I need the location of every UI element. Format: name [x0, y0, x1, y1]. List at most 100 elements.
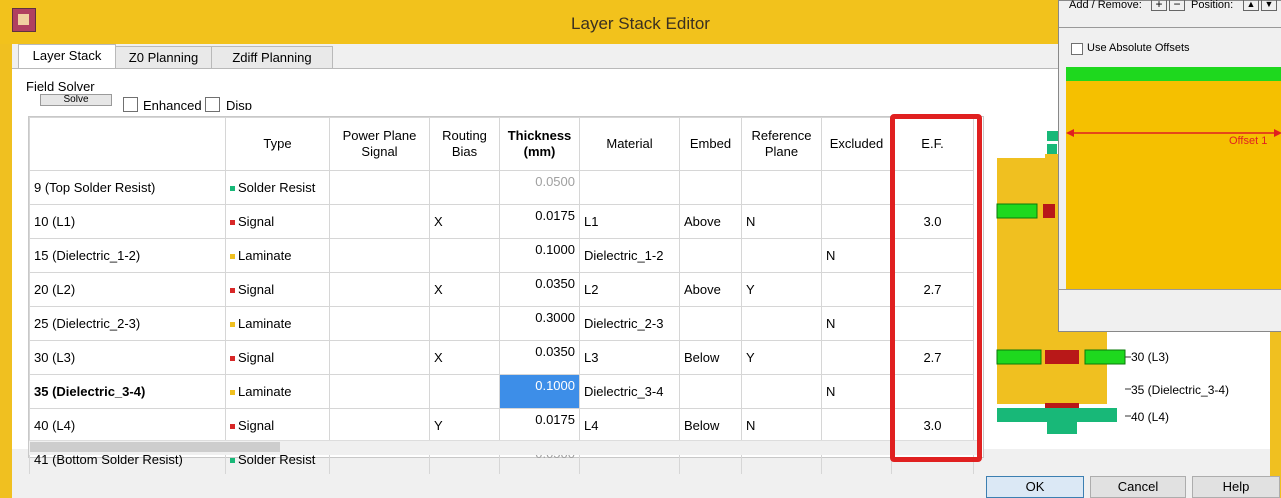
- layer-name-cell[interactable]: 30 (L3): [29, 340, 226, 375]
- layer-name-cell[interactable]: 20 (L2): [29, 272, 226, 307]
- type-cell[interactable]: Signal: [225, 408, 330, 443]
- disp-checkbox[interactable]: [205, 97, 220, 112]
- embed-cell[interactable]: [679, 306, 742, 341]
- column-header[interactable]: Routing Bias: [429, 117, 500, 171]
- tab-zdiff-planning[interactable]: Zdiff Planning: [211, 46, 333, 69]
- type-cell[interactable]: Laminate: [225, 238, 330, 273]
- tab-layer-stack[interactable]: Layer Stack: [18, 44, 116, 69]
- column-header[interactable]: Excluded: [821, 117, 892, 171]
- table-row[interactable]: 30 (L3) Signal X 0.0350 L3 Below Y 2.7: [29, 340, 974, 375]
- routing-bias-cell[interactable]: [429, 374, 500, 409]
- thickness-cell[interactable]: 0.1000: [499, 238, 580, 273]
- embed-cell[interactable]: [679, 170, 742, 205]
- material-cell[interactable]: [579, 170, 680, 205]
- reference-plane-cell[interactable]: Y: [741, 340, 822, 375]
- table-row[interactable]: 10 (L1) Signal X 0.0175 L1 Above N 3.0: [29, 204, 974, 239]
- column-header[interactable]: Material: [579, 117, 680, 171]
- table-row[interactable]: 9 (Top Solder Resist) Solder Resist 0.0500: [29, 170, 974, 205]
- material-cell[interactable]: L4: [579, 408, 680, 443]
- column-header[interactable]: Embed: [679, 117, 742, 171]
- embed-cell[interactable]: [679, 374, 742, 409]
- cancel-button[interactable]: Cancel: [1090, 476, 1186, 498]
- type-cell[interactable]: Laminate: [225, 306, 330, 341]
- reference-plane-cell[interactable]: [741, 238, 822, 273]
- power-plane-cell[interactable]: [329, 306, 430, 341]
- excluded-cell[interactable]: [821, 204, 892, 239]
- reference-plane-cell[interactable]: N: [741, 204, 822, 239]
- tab-z0-planning[interactable]: Z0 Planning: [115, 46, 212, 69]
- material-cell[interactable]: Dielectric_2-3: [579, 306, 680, 341]
- thickness-cell[interactable]: 0.0350: [499, 340, 580, 375]
- power-plane-cell[interactable]: [329, 408, 430, 443]
- solve-button[interactable]: Solve: [40, 94, 112, 106]
- material-cell[interactable]: Dielectric_3-4: [579, 374, 680, 409]
- reference-plane-cell[interactable]: [741, 374, 822, 409]
- column-header[interactable]: Power Plane Signal: [329, 117, 430, 171]
- thickness-cell[interactable]: 0.0175: [499, 204, 580, 239]
- layer-name-cell[interactable]: 10 (L1): [29, 204, 226, 239]
- column-header[interactable]: Thickness (mm): [499, 117, 580, 171]
- routing-bias-cell[interactable]: [429, 238, 500, 273]
- scrollbar-thumb[interactable]: [30, 442, 280, 452]
- remove-button[interactable]: −: [1169, 0, 1185, 11]
- reference-plane-cell[interactable]: [741, 170, 822, 205]
- power-plane-cell[interactable]: [329, 374, 430, 409]
- table-row[interactable]: 35 (Dielectric_3-4) Laminate 0.1000 Dielect…: [29, 374, 974, 409]
- use-absolute-offsets-checkbox[interactable]: [1071, 43, 1083, 55]
- embed-cell[interactable]: Below: [679, 340, 742, 375]
- layer-name-cell[interactable]: 15 (Dielectric_1-2): [29, 238, 226, 273]
- enhanced-checkbox[interactable]: [123, 97, 138, 112]
- embed-cell[interactable]: [679, 238, 742, 273]
- add-button[interactable]: +: [1151, 0, 1167, 11]
- excluded-cell[interactable]: N: [821, 306, 892, 341]
- table-row[interactable]: 40 (L4) Signal Y 0.0175 L4 Below N 3.0: [29, 408, 974, 443]
- reference-plane-cell[interactable]: [741, 306, 822, 341]
- type-cell[interactable]: Signal: [225, 272, 330, 307]
- excluded-cell[interactable]: [821, 408, 892, 443]
- column-header[interactable]: [29, 117, 226, 171]
- reference-plane-cell[interactable]: Y: [741, 272, 822, 307]
- thickness-cell[interactable]: 0.0350: [499, 272, 580, 307]
- type-cell[interactable]: Signal: [225, 340, 330, 375]
- excluded-cell[interactable]: N: [821, 374, 892, 409]
- material-cell[interactable]: Dielectric_1-2: [579, 238, 680, 273]
- help-button[interactable]: Help: [1192, 476, 1280, 498]
- power-plane-cell[interactable]: [329, 238, 430, 273]
- routing-bias-cell[interactable]: [429, 170, 500, 205]
- column-header[interactable]: Type: [225, 117, 330, 171]
- power-plane-cell[interactable]: [329, 170, 430, 205]
- material-cell[interactable]: L2: [579, 272, 680, 307]
- layer-name-cell[interactable]: 9 (Top Solder Resist): [29, 170, 226, 205]
- thickness-cell[interactable]: 0.3000: [499, 306, 580, 341]
- table-row[interactable]: 25 (Dielectric_2-3) Laminate 0.3000 Dielect…: [29, 306, 974, 341]
- excluded-cell[interactable]: N: [821, 238, 892, 273]
- material-cell[interactable]: L1: [579, 204, 680, 239]
- excluded-cell[interactable]: [821, 170, 892, 205]
- routing-bias-cell[interactable]: X: [429, 204, 500, 239]
- excluded-cell[interactable]: [821, 340, 892, 375]
- move-up-button[interactable]: ▲: [1243, 0, 1259, 11]
- power-plane-cell[interactable]: [329, 340, 430, 375]
- routing-bias-cell[interactable]: Y: [429, 408, 500, 443]
- move-down-button[interactable]: ▼: [1261, 0, 1277, 11]
- type-cell[interactable]: Solder Resist: [225, 170, 330, 205]
- material-cell[interactable]: L3: [579, 340, 680, 375]
- layer-name-cell[interactable]: 40 (L4): [29, 408, 226, 443]
- power-plane-cell[interactable]: [329, 204, 430, 239]
- table-row[interactable]: 15 (Dielectric_1-2) Laminate 0.1000 Dielect…: [29, 238, 974, 273]
- ok-button[interactable]: OK: [986, 476, 1084, 498]
- thickness-cell[interactable]: 0.1000: [499, 374, 580, 409]
- routing-bias-cell[interactable]: X: [429, 340, 500, 375]
- type-cell[interactable]: Laminate: [225, 374, 330, 409]
- type-cell[interactable]: Signal: [225, 204, 330, 239]
- thickness-cell[interactable]: 0.0500: [499, 170, 580, 205]
- layer-name-cell[interactable]: 25 (Dielectric_2-3): [29, 306, 226, 341]
- routing-bias-cell[interactable]: X: [429, 272, 500, 307]
- excluded-cell[interactable]: [821, 272, 892, 307]
- embed-cell[interactable]: Above: [679, 204, 742, 239]
- thickness-cell[interactable]: 0.0175: [499, 408, 580, 443]
- table-row[interactable]: 20 (L2) Signal X 0.0350 L2 Above Y 2.7: [29, 272, 974, 307]
- column-header[interactable]: Reference Plane: [741, 117, 822, 171]
- reference-plane-cell[interactable]: N: [741, 408, 822, 443]
- embed-cell[interactable]: Above: [679, 272, 742, 307]
